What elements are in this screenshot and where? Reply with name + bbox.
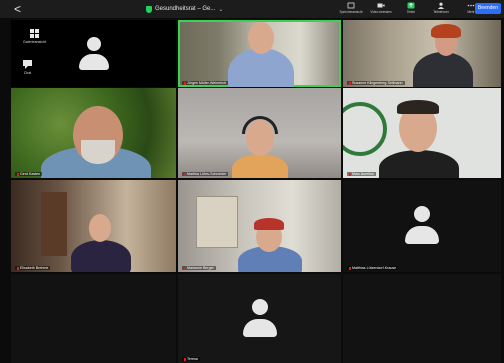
leave-meeting-button[interactable]: Beenden [474, 3, 501, 14]
meeting-title-dropdown[interactable]: Gesundheitsrat – Ge... ⌄ [146, 3, 223, 15]
empty-tile [11, 274, 176, 363]
participant-tile[interactable]: Matthias Lützendorf-Krause [343, 180, 501, 272]
participant-tile[interactable]: Marianne Berger [178, 180, 341, 272]
participant-tile-self[interactable]: Galerieansicht Chat [11, 20, 176, 87]
empty-tile [343, 274, 501, 363]
more-icon [467, 4, 475, 7]
logo-emblem [343, 102, 387, 156]
back-button[interactable]: < [14, 2, 21, 16]
stop-video-button[interactable]: Video beenden [366, 1, 396, 18]
participant-name: Jürgen Müller-Weinreich [182, 81, 228, 85]
participant-tile[interactable]: Teresa [178, 274, 341, 363]
participant-video [413, 52, 473, 87]
participant-video [71, 240, 131, 272]
gallery-view-control[interactable]: Galerieansicht [23, 29, 46, 44]
participant-tile[interactable]: Elisabeth Brehme [11, 180, 176, 272]
chevron-down-icon: ⌄ [218, 6, 224, 13]
participant-tile[interactable]: Susanne Klingenberg-Sellmann [343, 20, 501, 87]
encryption-shield-icon [146, 5, 152, 13]
participant-name: Marc Aurelius [347, 172, 376, 176]
speaker-view-icon [347, 2, 355, 9]
avatar [405, 206, 439, 246]
participant-name: Gerd Kasten [15, 172, 43, 176]
wall-chart [196, 196, 238, 248]
avatar [78, 36, 109, 71]
participant-tile[interactable]: Martina Lührs-Schneider [178, 88, 341, 178]
participant-tile[interactable]: Marc Aurelius [343, 88, 501, 178]
share-button[interactable]: Teilen [396, 1, 426, 18]
video-icon [377, 3, 385, 8]
participant-name: Teresa [182, 357, 200, 361]
participant-video [232, 154, 288, 178]
grid-icon [29, 29, 39, 38]
participant-tile[interactable]: Jürgen Müller-Weinreich [178, 20, 341, 87]
participant-video [379, 150, 459, 178]
participants-icon [438, 2, 444, 9]
participant-name: Susanne Klingenberg-Sellmann [347, 81, 405, 85]
bookshelf [41, 192, 67, 256]
participant-tile[interactable]: Gerd Kasten [11, 88, 176, 178]
chat-icon [23, 60, 32, 69]
speaker-view-button[interactable]: Sprecheransicht [336, 1, 366, 18]
avatar [242, 298, 277, 339]
meeting-title: Gesundheitsrat – Ge... [155, 6, 216, 12]
share-icon [407, 2, 415, 9]
participant-name: Marianne Berger [182, 266, 216, 270]
participant-name: Martina Lührs-Schneider [182, 172, 229, 176]
participant-name: Elisabeth Brehme [15, 266, 51, 270]
participants-button[interactable]: Teilnehmer [426, 1, 456, 18]
participant-name: Matthias Lützendorf-Krause [347, 266, 399, 270]
chat-control[interactable]: Chat [23, 60, 32, 75]
meeting-top-bar: < Gesundheitsrat – Ge... ⌄ Sprecheransic… [0, 0, 504, 18]
